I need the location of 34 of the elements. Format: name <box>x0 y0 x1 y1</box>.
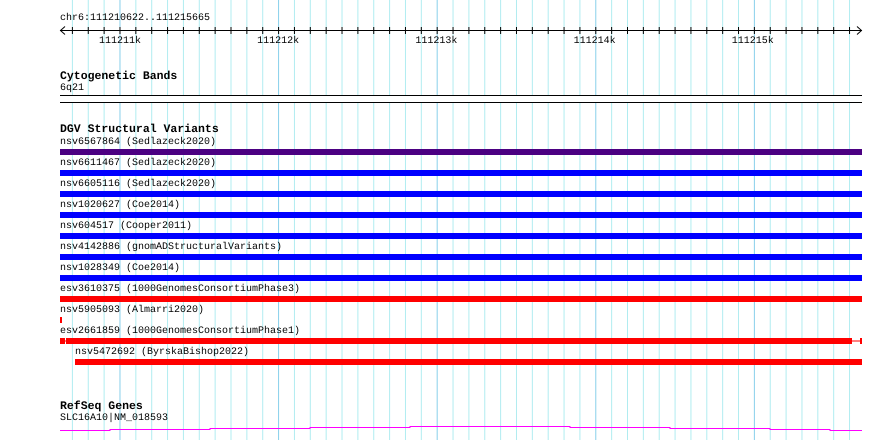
ruler-label: 111214k <box>574 36 616 48</box>
track-title: Cytogenetic Bands <box>60 70 178 83</box>
variant-label: nsv1028349 (Coe2014) <box>60 262 180 275</box>
ruler-label: 111215k <box>732 36 774 48</box>
variant-bar[interactable] <box>60 338 862 344</box>
variant-label: nsv1020627 (Coe2014) <box>60 199 180 212</box>
variant-bar[interactable] <box>60 233 862 239</box>
variant-mark[interactable] <box>60 317 62 323</box>
variant-bar[interactable] <box>60 296 862 302</box>
ruler-label: 111212k <box>257 36 300 48</box>
ruler-label: 111213k <box>415 36 458 48</box>
ruler-label: 111211k <box>99 36 141 48</box>
variant-label: nsv6567864 (Sedlazeck2020) <box>60 136 216 149</box>
variant-label: nsv4142886 (gnomADStructuralVariants) <box>60 241 282 254</box>
variant-bar[interactable] <box>60 212 862 218</box>
variant-bar[interactable] <box>60 254 862 260</box>
track-title: DGV Structural Variants <box>60 123 219 136</box>
variant-label: esv3610375 (1000GenomesConsortiumPhase3) <box>60 283 300 296</box>
gene-label: SLC16A10|NM_018593 <box>60 413 168 425</box>
variant-bar[interactable] <box>60 170 862 176</box>
band-label: 6q21 <box>60 83 84 95</box>
variant-bar[interactable] <box>60 275 862 281</box>
gene-line[interactable] <box>60 426 862 431</box>
location-label: chr6:111210622..111215665 <box>60 13 210 25</box>
variant-label: nsv6605116 (Sedlazeck2020) <box>60 178 216 191</box>
variant-label: nsv5905093 (Almarri2020) <box>60 304 204 317</box>
variant-label: nsv6611467 (Sedlazeck2020) <box>60 157 216 170</box>
track-title: RefSeq Genes <box>60 400 143 413</box>
variant-label: esv2661859 (1000GenomesConsortiumPhase1) <box>60 325 300 338</box>
variant-label: nsv5472692 (ByrskaBishop2022) <box>75 346 250 359</box>
variant-bar[interactable] <box>60 191 862 197</box>
variant-bar[interactable] <box>60 149 862 155</box>
variant-label: nsv604517 (Cooper2011) <box>60 220 192 233</box>
variant-bar[interactable] <box>75 359 862 365</box>
